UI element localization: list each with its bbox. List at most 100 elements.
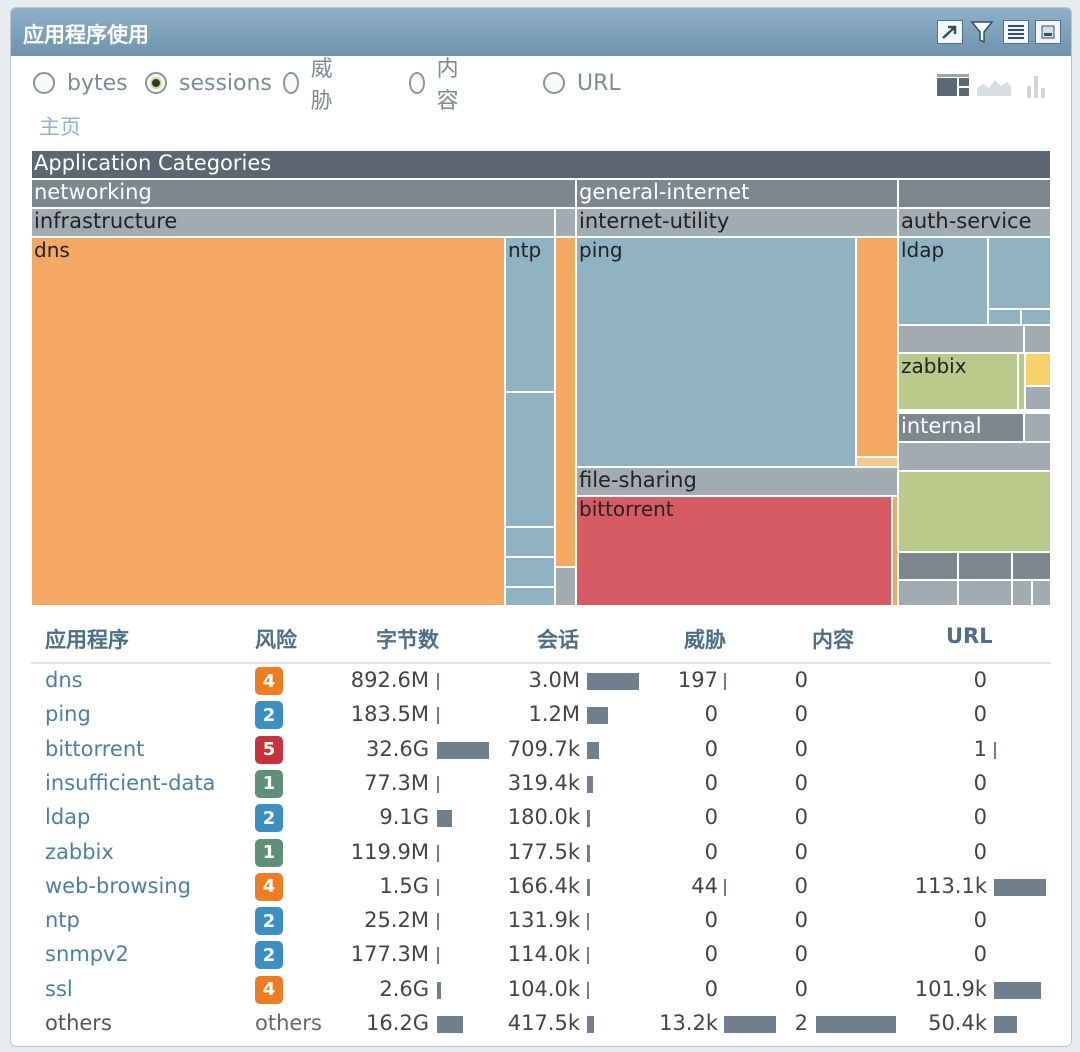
tile-small-app[interactable] (1025, 353, 1051, 386)
column-header-sessions[interactable]: 会话 (537, 624, 579, 654)
tile-misc-app[interactable] (898, 580, 958, 606)
subcategory-internal[interactable]: internal (898, 413, 1024, 442)
app-name-link[interactable]: zabbix (45, 840, 114, 864)
tile-internal-app[interactable] (898, 471, 1051, 552)
url-value: 0 (973, 770, 987, 795)
tile-small-app[interactable] (555, 567, 576, 606)
content-value: 2 (794, 1011, 808, 1035)
column-header-bytes[interactable]: 字节数 (376, 624, 439, 654)
subcategory-file-sharing[interactable]: file-sharing (576, 467, 898, 496)
radio-url[interactable]: URL (543, 66, 621, 100)
print-icon[interactable] (1035, 20, 1061, 44)
table-row[interactable]: dns 4 892.6M 3.0M 197 0 0 (31, 664, 1051, 698)
radio-bytes[interactable]: bytes (33, 66, 128, 100)
column-header-url[interactable]: URL (946, 624, 993, 648)
tile-misc-app[interactable] (958, 580, 1012, 606)
tile-misc-app[interactable] (1032, 580, 1051, 606)
treemap-view-icon[interactable] (937, 74, 969, 100)
tile-auth-app[interactable] (1021, 309, 1051, 325)
subcategory-small[interactable] (555, 208, 576, 237)
subcategory-internet-utility[interactable]: internet-utility (576, 208, 898, 237)
subcategory-infrastructure[interactable]: infrastructure (31, 208, 555, 237)
subcategory-small[interactable] (1024, 413, 1051, 442)
threats-value: 0 (704, 839, 718, 864)
table-row[interactable]: web-browsing 4 1.5G 166.4k 44 0 113.1k (31, 870, 1051, 904)
app-name-link[interactable]: insufficient-data (45, 771, 215, 795)
table-row[interactable]: ssl 4 2.6G 104.0k 0 0 101.9k (31, 973, 1051, 1007)
filter-icon[interactable] (969, 20, 995, 44)
app-name-link[interactable]: ntp (45, 908, 80, 932)
area-chart-icon[interactable] (977, 74, 1011, 100)
subcategory-auth-service[interactable]: auth-service (898, 208, 1051, 237)
radio-sessions[interactable]: sessions (145, 66, 272, 100)
category-networking[interactable]: networking (31, 179, 576, 208)
tile-auth-app[interactable] (988, 237, 1051, 309)
threats-bar (724, 673, 726, 690)
tile-ldap[interactable]: ldap (898, 237, 988, 325)
radio-circle-selected[interactable] (145, 72, 167, 94)
breadcrumb-home[interactable]: 主页 (39, 111, 81, 141)
list-view-icon[interactable] (1003, 20, 1029, 44)
radio-threats[interactable]: 威胁 (283, 57, 339, 114)
radio-circle[interactable] (283, 72, 299, 94)
table-row[interactable]: bittorrent 5 32.6G 709.7k 0 0 1 (31, 733, 1051, 767)
column-header-risk[interactable]: 风险 (255, 624, 297, 654)
tile-small-app[interactable] (555, 237, 576, 567)
tile-bittorrent[interactable]: bittorrent (576, 496, 892, 606)
treemap-root-header[interactable]: Application Categories (31, 150, 1051, 179)
tile-small-app[interactable] (1025, 386, 1051, 410)
tile-auth-group[interactable] (898, 325, 1024, 353)
table-row[interactable]: zabbix 1 119.9M 177.5k 0 0 0 (31, 836, 1051, 870)
column-header-threats[interactable]: 威胁 (684, 624, 726, 654)
tile-ping[interactable]: ping (576, 237, 856, 467)
content-value: 0 (794, 942, 808, 967)
radio-content[interactable]: 内容 (409, 57, 465, 114)
tile-misc-app[interactable] (1012, 580, 1032, 606)
radio-label: sessions (179, 70, 272, 96)
expand-icon[interactable] (937, 20, 963, 44)
app-name-link[interactable]: web-browsing (45, 874, 191, 898)
bytes-value: 77.3M (364, 770, 429, 795)
tile-internal-group[interactable] (898, 442, 1051, 471)
bytes-bar (437, 741, 489, 759)
table-row[interactable]: insufficient-data 1 77.3M 319.4k 0 0 0 (31, 767, 1051, 801)
category-general-internet[interactable]: general-internet (576, 179, 898, 208)
app-name-link[interactable]: snmpv2 (45, 942, 129, 966)
radio-circle[interactable] (543, 72, 565, 94)
table-row[interactable]: others others 16.2G 417.5k 13.2k 2 50.4k (31, 1007, 1051, 1041)
column-header-content[interactable]: 内容 (812, 624, 854, 654)
tile-misc-app[interactable] (1012, 552, 1051, 580)
url-bar (994, 878, 1046, 896)
table-row[interactable]: ldap 2 9.1G 180.0k 0 0 0 (31, 801, 1051, 835)
tile-misc-app[interactable] (958, 552, 1012, 580)
tile-infra-app[interactable] (505, 527, 555, 557)
app-name-link[interactable]: ping (45, 702, 91, 726)
category-other[interactable] (898, 179, 1051, 208)
radio-circle[interactable] (33, 72, 55, 94)
bytes-value: 25.2M (364, 908, 429, 933)
table-row[interactable]: ping 2 183.5M 1.2M 0 0 0 (31, 698, 1051, 732)
radio-circle[interactable] (409, 72, 425, 94)
tile-dns[interactable]: dns (31, 237, 505, 606)
tile-auth-app[interactable] (988, 309, 1021, 325)
app-name-link[interactable]: ssl (45, 977, 73, 1001)
column-header-app[interactable]: 应用程序 (45, 624, 129, 654)
tile-auth-group[interactable] (1024, 325, 1051, 353)
table-row[interactable]: ntp 2 25.2M 131.9k 0 0 0 (31, 904, 1051, 938)
tile-internet-utility-app[interactable] (856, 237, 898, 457)
tile-internet-utility-app[interactable] (856, 457, 898, 467)
content-bar (816, 1016, 896, 1033)
app-name-link[interactable]: ldap (45, 805, 90, 829)
table-row[interactable]: snmpv2 2 177.3M 114.0k 0 0 0 (31, 938, 1051, 972)
bar-chart-icon[interactable] (1025, 74, 1049, 102)
tile-infra-app[interactable] (505, 392, 555, 527)
tile-ntp[interactable]: ntp (505, 237, 555, 392)
tile-misc-app[interactable] (898, 552, 958, 580)
tile-small-app[interactable] (1018, 353, 1025, 410)
app-name-link[interactable]: dns (45, 668, 83, 692)
tile-infra-app[interactable] (505, 557, 555, 587)
tile-infra-app[interactable] (505, 587, 555, 606)
app-name-link[interactable]: bittorrent (45, 737, 144, 761)
url-value: 0 (973, 908, 987, 933)
tile-zabbix[interactable]: zabbix (898, 353, 1018, 410)
